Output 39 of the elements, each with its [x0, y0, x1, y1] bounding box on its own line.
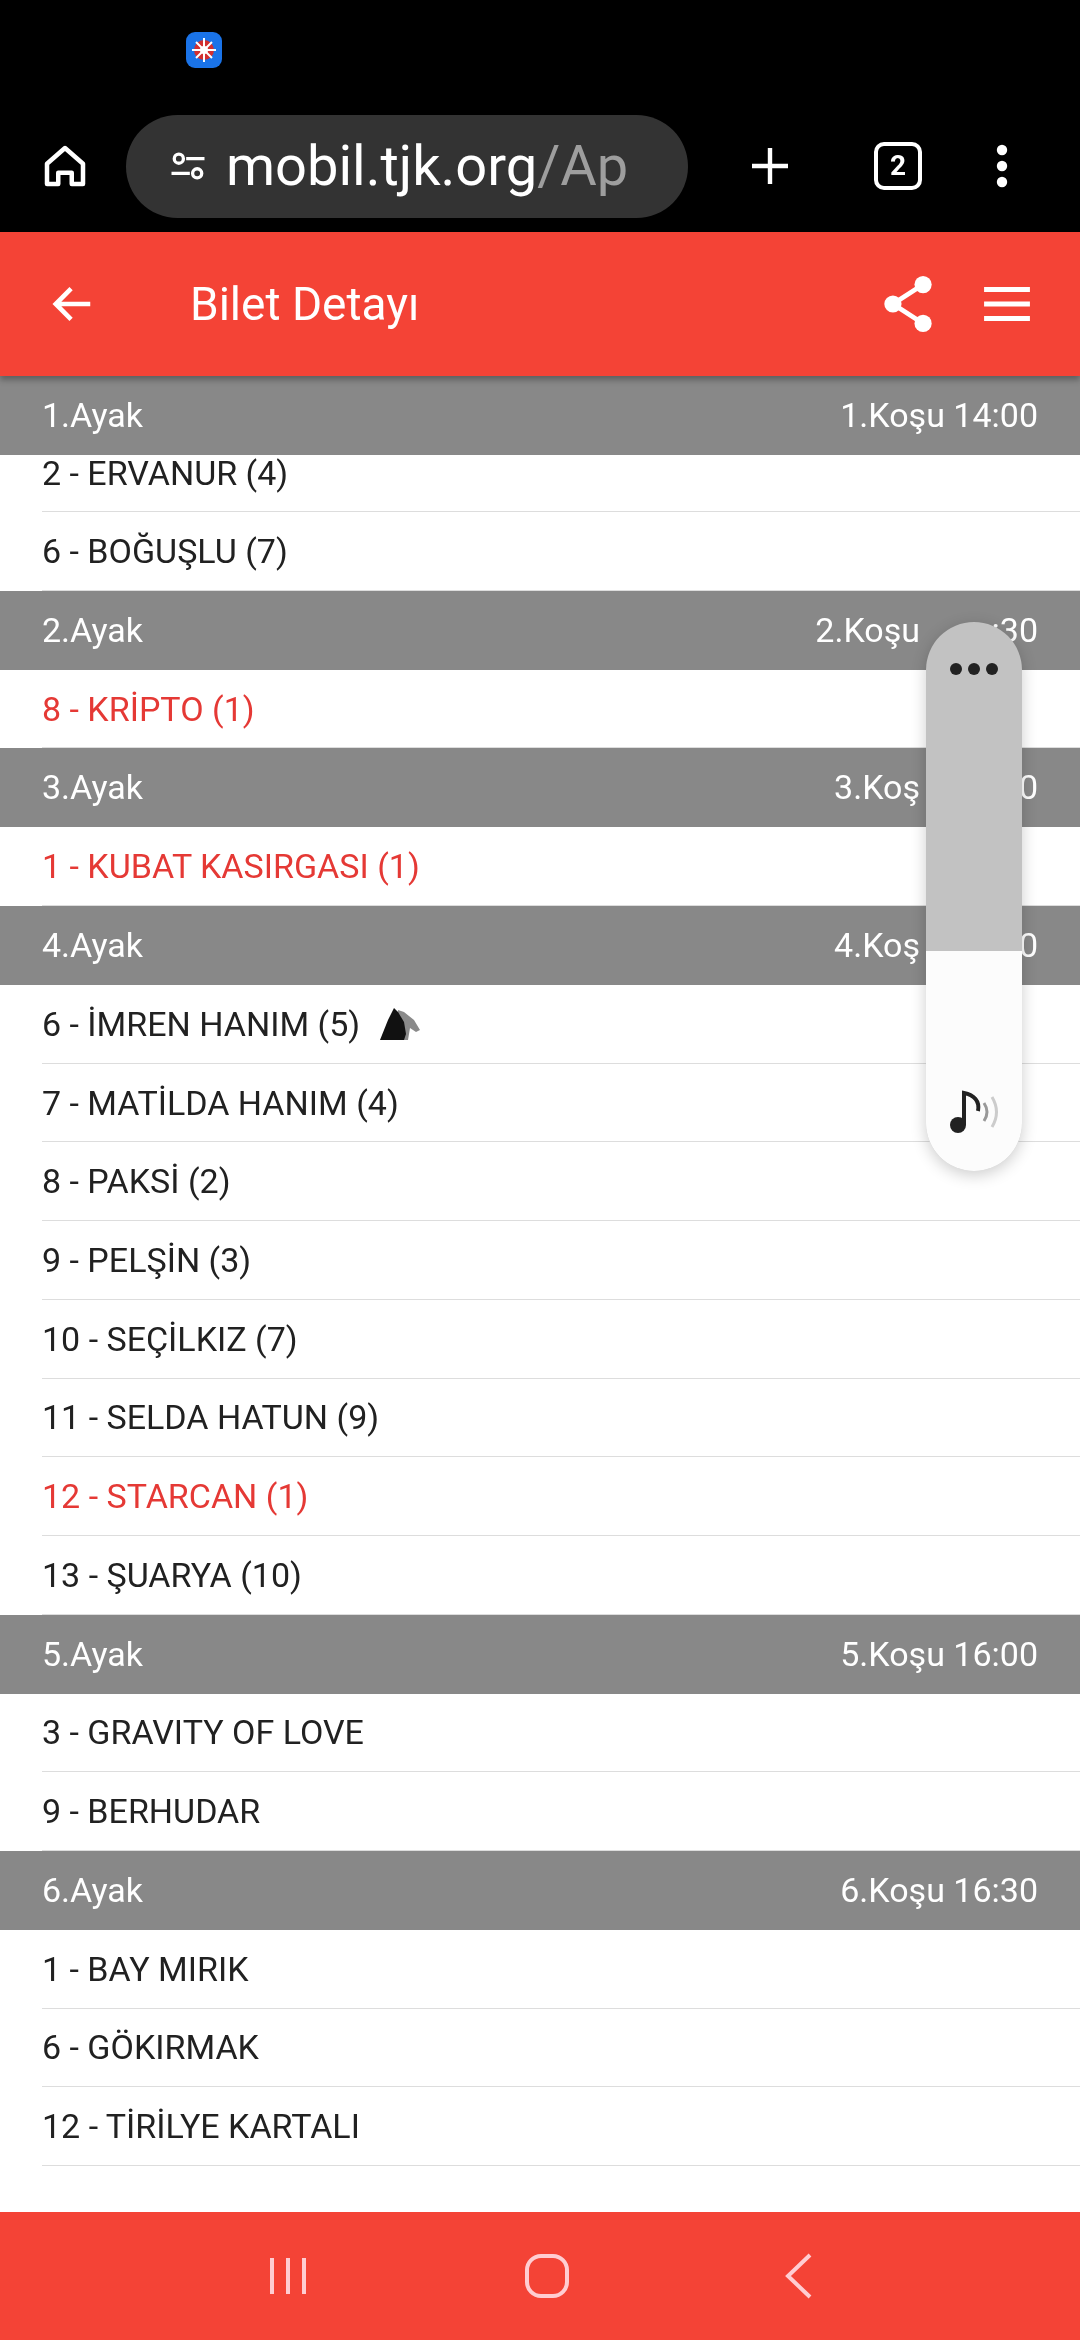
horse-entry: 1 - KUBAT KASIRGASI (1) [42, 848, 420, 885]
horse-entry: 6 - İMREN HANIM (5) [42, 1005, 361, 1042]
horse-entry: 11 - SELDA HATUN (9) [42, 1399, 380, 1436]
race-label: 5.Koşu 16:00 [840, 1632, 1038, 1676]
race-label: 3.Koş [834, 766, 920, 810]
horse-entry: 9 - PELŞİN (3) [42, 1241, 252, 1278]
horse-entry: 13 - ŞUARYA (10) [42, 1556, 302, 1593]
tab-switcher-button[interactable]: 2 [874, 142, 922, 190]
address-bar[interactable]: mobil.tjk.org/Ap [126, 114, 688, 218]
menu-icon[interactable] [982, 284, 1032, 324]
leg-label: 2.Ayak [42, 608, 143, 652]
leg-label: 3.Ayak [42, 766, 143, 810]
more-icon[interactable] [949, 662, 999, 676]
page-title: Bilet Detayı [190, 275, 420, 333]
leg-label: 6.Ayak [42, 1868, 143, 1912]
horse-entry: 8 - KRİPTO (1) [42, 690, 255, 727]
leg-label: 5.Ayak [42, 1632, 143, 1676]
horse-entry: 6 - GÖKIRMAK [42, 2029, 259, 2066]
more-icon[interactable] [994, 142, 1010, 190]
horse-entry: 7 - MATİLDA HANIM (4) [42, 1084, 399, 1121]
horse-entry: 10 - SEÇİLKIZ (7) [42, 1320, 298, 1357]
horse-entry: 1 - BAY MIRIK [42, 1950, 249, 1987]
race-label: 2.Koşu [815, 608, 920, 652]
horse-entry: 2 - ERVANUR (4) [42, 455, 289, 491]
race-label: 1.Koşu 14:00 [840, 394, 1038, 437]
horse-entry: 12 - TİRİLYE KARTALI [42, 2108, 360, 2145]
share-icon[interactable] [882, 276, 934, 332]
horse-entry: 9 - BERHUDAR [42, 1793, 261, 1830]
horse-entry: 3 - GRAVITY OF LOVE [42, 1714, 364, 1751]
race-label: 6.Koşu 16:30 [840, 1868, 1038, 1912]
horse-entry: 12 - STARCAN (1) [42, 1478, 309, 1515]
app-notification-icon [186, 32, 222, 68]
horse-entry: 8 - PAKSİ (2) [42, 1163, 231, 1200]
leg-label: 1.Ayak [42, 394, 143, 437]
race-label: 4.Koş [834, 924, 920, 968]
horse-entry: 6 - BOĞUŞLU (7) [42, 532, 288, 569]
back-icon[interactable] [783, 2253, 814, 2299]
leg-label: 4.Ayak [42, 924, 143, 968]
home-button-icon[interactable] [523, 2252, 571, 2300]
